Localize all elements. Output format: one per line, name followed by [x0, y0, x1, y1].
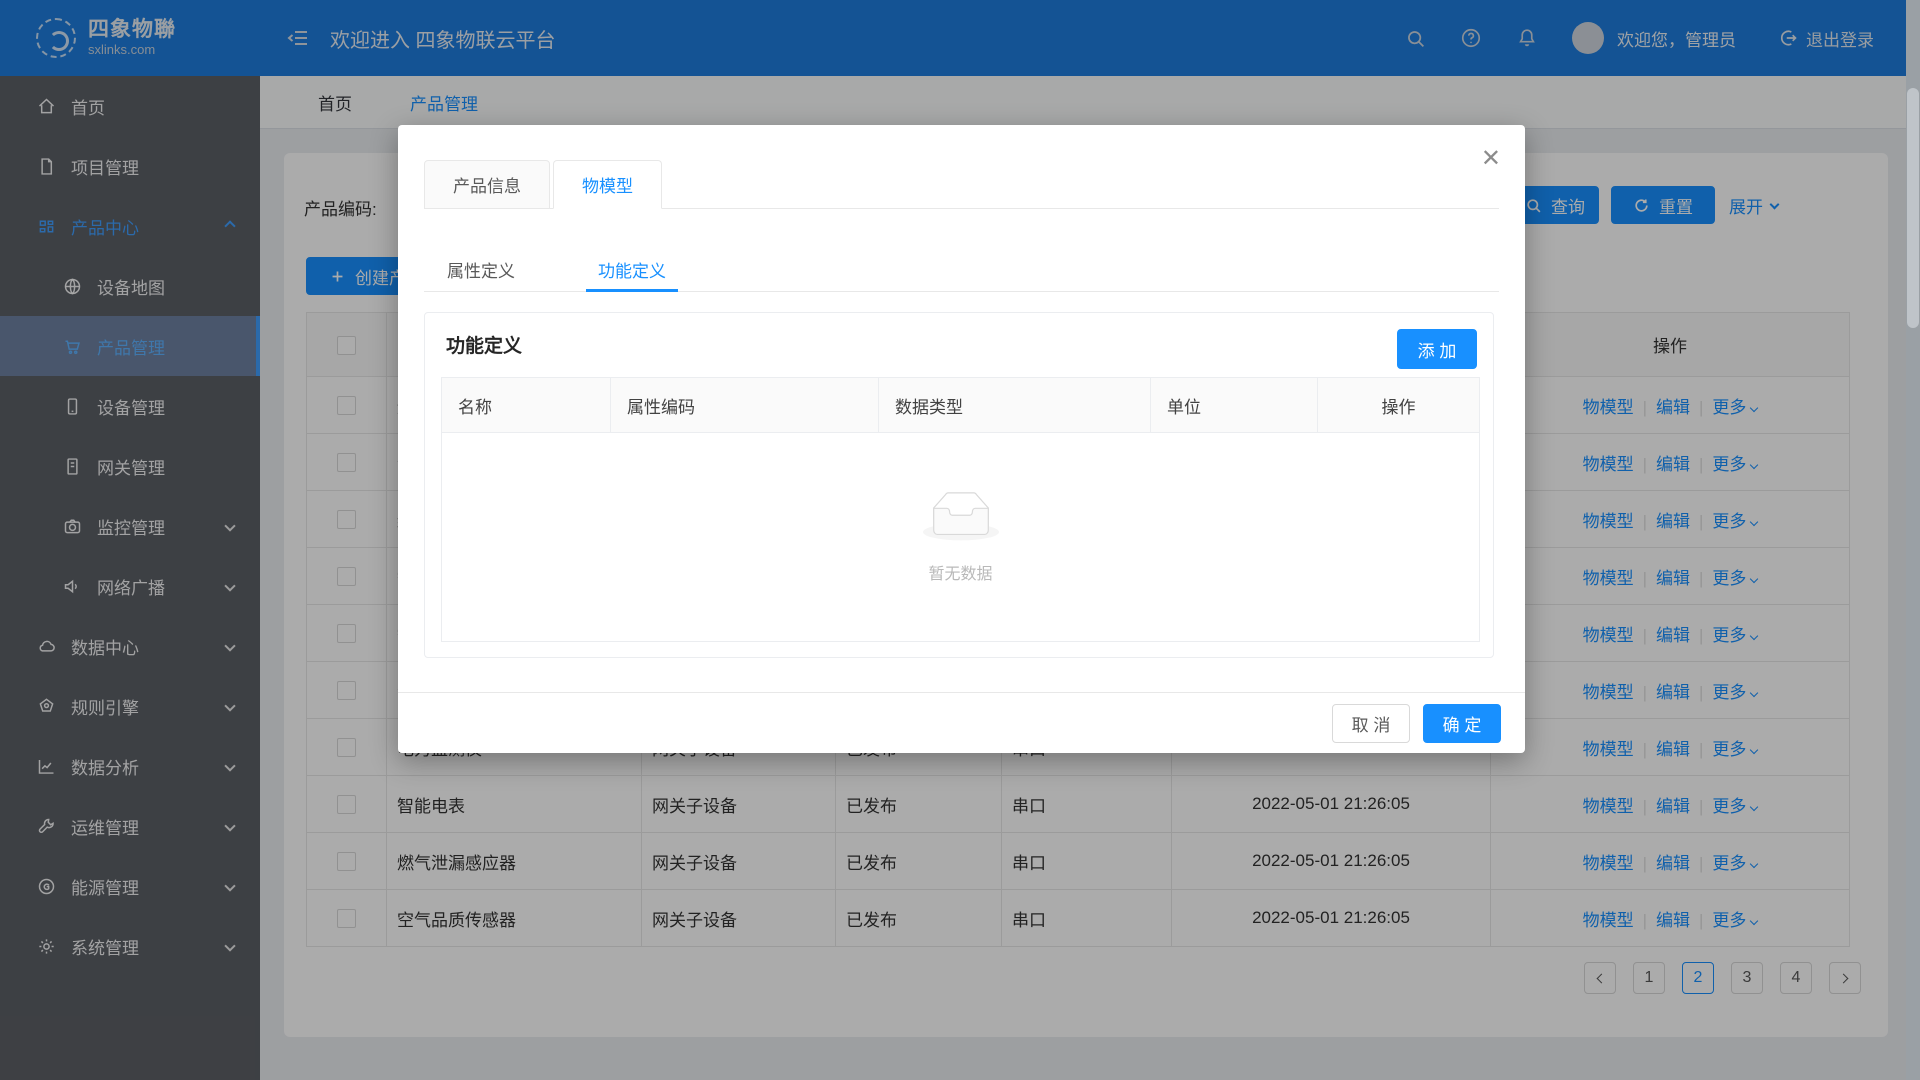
empty-state: 暂无数据 — [442, 433, 1480, 642]
modal-subtab-属性定义[interactable]: 属性定义 — [447, 248, 515, 291]
cancel-button[interactable]: 取 消 — [1332, 704, 1410, 743]
section-title: 功能定义 — [446, 331, 522, 358]
scrollbar-track[interactable] — [1906, 0, 1920, 1080]
modal-column-属性编码: 属性编码 — [611, 378, 879, 433]
modal-subtabs: 属性定义 功能定义 — [424, 248, 1499, 292]
empty-text: 暂无数据 — [442, 560, 1479, 584]
modal-tab-产品信息[interactable]: 产品信息 — [424, 160, 550, 209]
empty-box-icon — [923, 491, 999, 541]
add-button[interactable]: 添 加 — [1397, 329, 1477, 369]
scrollbar-thumb[interactable] — [1907, 88, 1919, 328]
modal-column-名称: 名称 — [442, 378, 611, 433]
modal-subtab-功能定义[interactable]: 功能定义 — [598, 248, 666, 291]
function-definition-card: 功能定义 添 加 名称属性编码数据类型单位操作 暂无数据 — [424, 312, 1494, 658]
function-table: 名称属性编码数据类型单位操作 暂无数据 — [441, 377, 1480, 642]
modal-footer: 取 消 确 定 — [398, 692, 1525, 753]
modal-column-操作: 操作 — [1318, 378, 1480, 433]
product-modal: ✕ 产品信息物模型 属性定义功能定义 功能定义 添 加 名称属性编码数据类型单位… — [398, 125, 1525, 753]
modal-tabs: 产品信息物模型 — [424, 160, 1499, 209]
confirm-button[interactable]: 确 定 — [1423, 704, 1501, 743]
modal-column-单位: 单位 — [1151, 378, 1318, 433]
modal-column-数据类型: 数据类型 — [879, 378, 1151, 433]
modal-tab-物模型[interactable]: 物模型 — [553, 160, 662, 209]
app-root: 四象物聯 sxlinks.com 欢迎进入 四象物联云平台 欢迎您，管理员 退出… — [0, 0, 1920, 1080]
